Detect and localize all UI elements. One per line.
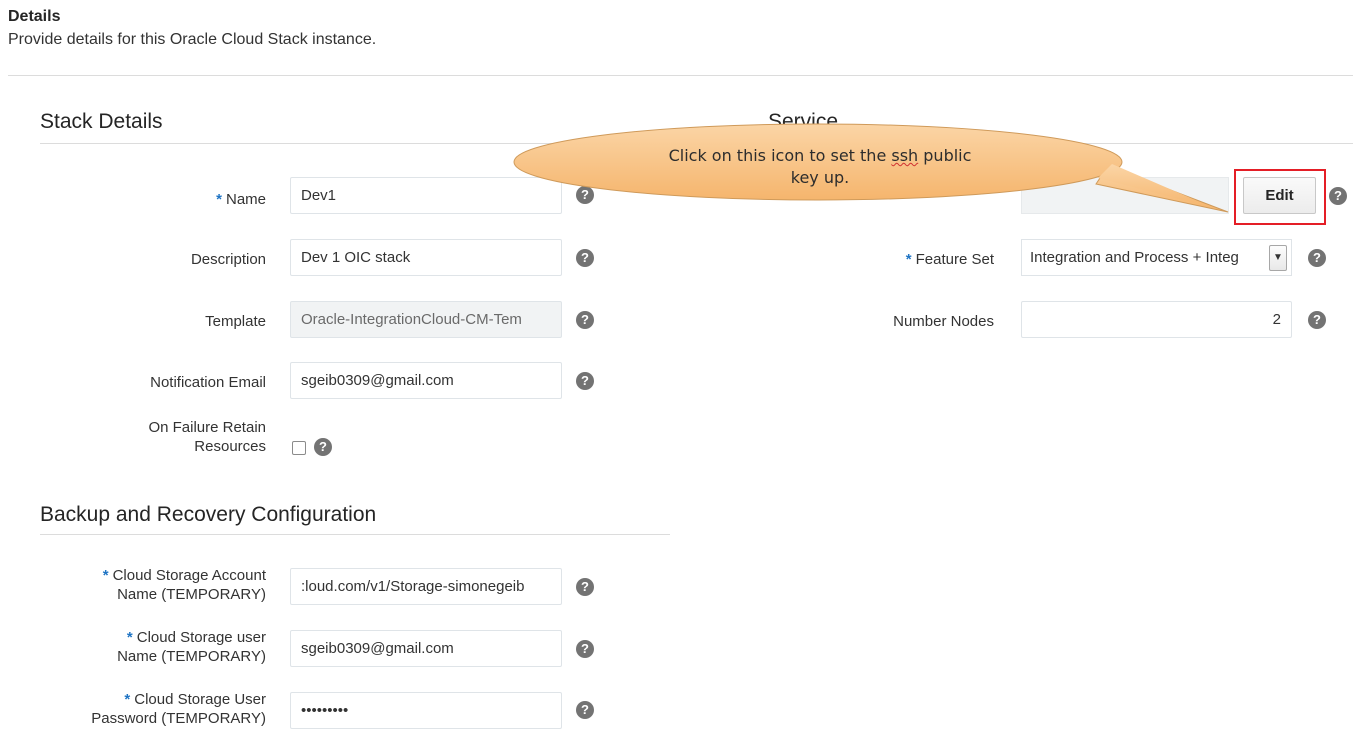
storage-account-label: * Cloud Storage Account Name (TEMPORARY) [102, 567, 266, 603]
template-label: Template [205, 313, 266, 330]
notification-email-input[interactable] [290, 362, 562, 399]
feature-set-value: Integration and Process + Integ [1030, 249, 1239, 266]
number-nodes-input[interactable] [1021, 301, 1292, 338]
description-input[interactable] [290, 239, 562, 276]
template-input [290, 301, 562, 338]
storage-user-help-icon[interactable]: ? [576, 640, 594, 658]
storage-password-help-icon[interactable]: ? [576, 701, 594, 719]
callout-text: Click on this icon to set the ssh public… [668, 146, 972, 187]
storage-password-input[interactable] [290, 692, 562, 729]
feature-set-label: * Feature Set [905, 251, 994, 268]
on-failure-checkbox[interactable] [292, 441, 306, 455]
number-nodes-help-icon[interactable]: ? [1308, 311, 1326, 329]
edit-ssh-key-button[interactable]: Edit [1243, 177, 1316, 214]
notification-email-label: Notification Email [150, 374, 266, 391]
number-nodes-label: Number Nodes [893, 313, 994, 330]
notification-email-help-icon[interactable]: ? [576, 372, 594, 390]
feature-set-select[interactable]: Integration and Process + Integ ▼ [1021, 239, 1292, 276]
name-label: * Name [216, 191, 266, 208]
storage-user-input[interactable] [290, 630, 562, 667]
description-help-icon[interactable]: ? [576, 249, 594, 267]
storage-account-help-icon[interactable]: ? [576, 578, 594, 596]
storage-user-label: * Cloud Storage user Name (TEMPORARY) [117, 629, 266, 665]
backup-recovery-title: Backup and Recovery Configuration [40, 503, 377, 526]
header-divider [8, 75, 1353, 76]
description-label: Description [190, 251, 266, 268]
backup-divider [40, 534, 670, 535]
feature-set-help-icon[interactable]: ? [1308, 249, 1326, 267]
template-help-icon[interactable]: ? [576, 311, 594, 329]
on-failure-help-icon[interactable]: ? [314, 438, 332, 456]
page-subtitle: Provide details for this Oracle Cloud St… [8, 31, 377, 48]
storage-account-input[interactable] [290, 568, 562, 605]
ssh-key-help-icon[interactable]: ? [1329, 187, 1347, 205]
dropdown-arrow-icon[interactable]: ▼ [1269, 245, 1287, 271]
storage-password-label: * Cloud Storage User Password (TEMPORARY) [91, 691, 266, 727]
page-title: Details [8, 8, 61, 25]
on-failure-label: On Failure Retain Resources [148, 419, 266, 455]
stack-details-title: Stack Details [40, 110, 163, 133]
